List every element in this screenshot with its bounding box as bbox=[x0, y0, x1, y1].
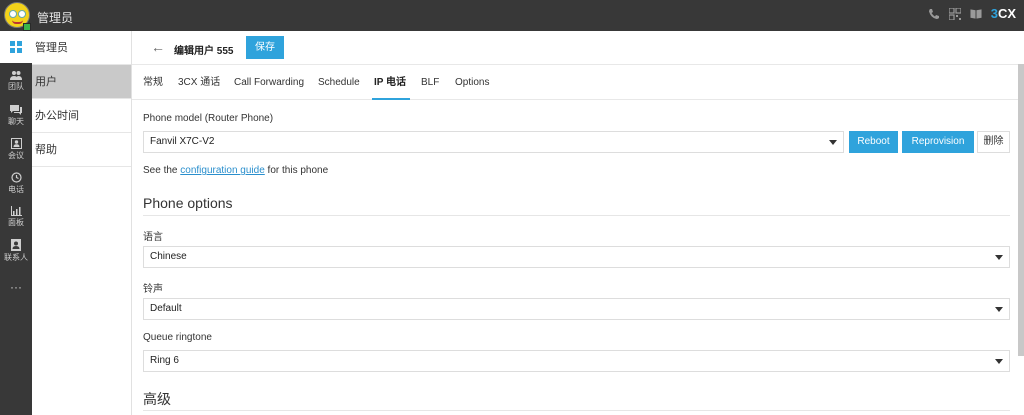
ringtone-label: 铃声 bbox=[143, 284, 163, 295]
sidebar: 管理员 用户 办公时间 帮助 bbox=[32, 31, 132, 415]
section-divider bbox=[143, 410, 1010, 411]
tab-bar: 常规 3CX 通话 Call Forwarding Schedule IP 电话… bbox=[132, 64, 1024, 100]
chevron-down-icon bbox=[829, 140, 837, 145]
presence-status-dot bbox=[23, 23, 31, 31]
page-title: 编辑用户 555 bbox=[174, 46, 234, 57]
more-icon[interactable]: ··· bbox=[0, 280, 32, 294]
rail-panel[interactable]: 面板 bbox=[0, 206, 32, 228]
tab-options[interactable]: Options bbox=[455, 65, 489, 100]
qr-code-icon[interactable] bbox=[948, 7, 961, 20]
delete-button[interactable]: 删除 bbox=[977, 131, 1010, 153]
sidebar-item-users[interactable]: 用户 bbox=[32, 65, 131, 99]
rail-meeting[interactable]: 会议 bbox=[0, 138, 32, 161]
tab-blf[interactable]: BLF bbox=[421, 65, 439, 100]
scrollbar[interactable] bbox=[1018, 64, 1024, 356]
book-icon[interactable] bbox=[970, 7, 982, 20]
rail-team[interactable]: 团队 bbox=[0, 71, 32, 92]
meeting-icon bbox=[10, 138, 22, 149]
phone-model-label: Phone model (Router Phone) bbox=[143, 113, 274, 124]
phone-options-title: Phone options bbox=[143, 195, 233, 211]
rail-chat[interactable]: 聊天 bbox=[0, 105, 32, 127]
reboot-button[interactable]: Reboot bbox=[849, 131, 898, 153]
team-icon bbox=[10, 71, 22, 80]
back-arrow-icon[interactable]: ← bbox=[151, 40, 165, 54]
sidebar-item-admin[interactable]: 管理员 bbox=[32, 31, 131, 65]
language-select[interactable]: Chinese bbox=[143, 246, 1010, 268]
phone-model-select[interactable]: Fanvil X7C-V2 bbox=[143, 131, 844, 153]
apps-icon bbox=[10, 41, 22, 53]
tab-ip-phone[interactable]: IP 电话 bbox=[374, 65, 406, 100]
chevron-down-icon bbox=[995, 307, 1003, 312]
save-button[interactable]: 保存 bbox=[246, 36, 284, 59]
configuration-guide-link[interactable]: configuration guide bbox=[180, 165, 265, 176]
language-label: 语言 bbox=[143, 232, 163, 243]
ringtone-select[interactable]: Default bbox=[143, 298, 1010, 320]
tab-3cx-calls[interactable]: 3CX 通话 bbox=[178, 65, 220, 100]
active-tab-indicator bbox=[372, 98, 410, 100]
call-history-icon bbox=[10, 172, 22, 183]
tab-schedule[interactable]: Schedule bbox=[318, 65, 360, 100]
tab-general[interactable]: 常规 bbox=[143, 65, 163, 100]
queue-ringtone-select[interactable]: Ring 6 bbox=[143, 350, 1010, 372]
chevron-down-icon bbox=[995, 359, 1003, 364]
reprovision-button[interactable]: Reprovision bbox=[902, 131, 974, 153]
icon-rail: 团队 聊天 会议 电话 面板 联系人 ··· bbox=[0, 31, 32, 415]
top-bar: 管理员 3CX bbox=[0, 0, 1024, 31]
sidebar-item-help[interactable]: 帮助 bbox=[32, 133, 131, 167]
panel-icon bbox=[10, 206, 22, 216]
contacts-icon bbox=[11, 239, 21, 251]
main-panel: ← 编辑用户 555 保存 常规 3CX 通话 Call Forwarding … bbox=[132, 31, 1024, 415]
queue-ringtone-label: Queue ringtone bbox=[143, 332, 212, 343]
top-user-name: 管理员 bbox=[37, 11, 74, 25]
sidebar-item-office-hours[interactable]: 办公时间 bbox=[32, 99, 131, 133]
chevron-down-icon bbox=[995, 255, 1003, 260]
configuration-hint: See the configuration guide for this pho… bbox=[143, 165, 329, 176]
phone-icon[interactable] bbox=[928, 7, 940, 20]
tab-call-forwarding[interactable]: Call Forwarding bbox=[234, 65, 304, 100]
rail-apps[interactable] bbox=[0, 31, 32, 63]
rail-contacts[interactable]: 联系人 bbox=[0, 239, 32, 263]
section-divider bbox=[143, 215, 1010, 216]
rail-calls[interactable]: 电话 bbox=[0, 172, 32, 195]
3cx-logo: 3CX bbox=[990, 6, 1016, 21]
chat-icon bbox=[10, 105, 22, 115]
advanced-title: 高级 bbox=[143, 391, 171, 407]
page-header: ← 编辑用户 555 保存 bbox=[132, 31, 1024, 64]
